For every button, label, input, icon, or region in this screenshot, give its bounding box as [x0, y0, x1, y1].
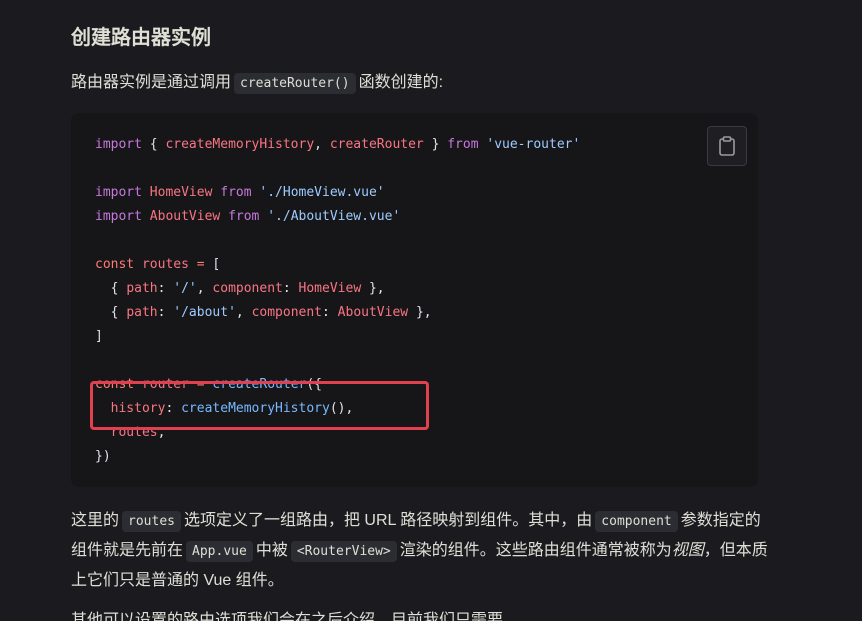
text-segment: 选项定义了一组路由，把 URL 路径映射到组件。其中，由 [183, 512, 593, 529]
code-token: component [212, 281, 283, 296]
code-line: ] [95, 325, 580, 349]
code-token: component [251, 305, 323, 320]
code-token: { [95, 305, 127, 320]
text-segment: 中被 [255, 542, 288, 559]
code-token: createRouter [329, 137, 424, 152]
code-token: AboutView [149, 209, 221, 224]
code-token: : [322, 305, 338, 320]
code-token: './AboutView.vue' [267, 209, 401, 224]
highlight-annotation-box [90, 381, 429, 430]
code-token: import [95, 137, 142, 152]
code-token: : [157, 305, 174, 320]
code-block: import { createMemoryHistory, createRout… [71, 113, 758, 487]
intro-text-before: 路由器实例是通过调用 [71, 74, 232, 91]
code-token: routes [141, 257, 189, 272]
code-token: : [282, 281, 299, 296]
code-token: ] [95, 329, 103, 344]
code-token: from [228, 209, 260, 224]
docs-page: 创建路由器实例 路由器实例是通过调用 createRouter() 函数创建的: i… [0, 0, 862, 621]
code-token: path [126, 305, 158, 320]
code-token: = [196, 257, 205, 272]
routes-explanation-paragraph: 这里的 routes 选项定义了一组路由，把 URL 路径映射到组件。其中，由 com… [71, 506, 771, 595]
code-token: import [95, 185, 142, 200]
inline-code-routerview: <RouterView> [290, 541, 397, 562]
code-token: from [220, 185, 252, 200]
code-token: '/about' [173, 305, 236, 320]
code-token: [ [204, 257, 221, 272]
copy-code-button[interactable] [707, 126, 747, 166]
inline-code-app-vue: App.vue [186, 541, 253, 562]
section-title: 创建路由器实例 [71, 27, 211, 49]
code-token: createMemoryHistory [165, 137, 315, 152]
text-segment: 这里的 [71, 512, 120, 529]
code-token: }, [361, 281, 385, 296]
code-token: , [196, 281, 213, 296]
code-line: const routes = [ [95, 253, 580, 277]
code-token: { [141, 137, 166, 152]
code-token: '/' [173, 281, 197, 296]
code-token: , [235, 305, 252, 320]
code-token: }, [408, 305, 432, 320]
code-line: { path: '/', component: HomeView }, [95, 277, 580, 301]
code-line: import AboutView from './AboutView.vue' [95, 205, 580, 229]
code-token: }) [95, 449, 111, 464]
code-token: './HomeView.vue' [259, 185, 385, 200]
code-token: } [423, 137, 448, 152]
code-line: }) [95, 445, 580, 469]
code-line: import HomeView from './HomeView.vue' [95, 181, 580, 205]
text-segment: 渲染的组件。这些路由组件通常被称为 [399, 542, 672, 559]
code-line: import { createMemoryHistory, createRout… [95, 133, 580, 157]
code-token: HomeView [298, 281, 362, 296]
intro-text-after: 函数创建的: [358, 74, 444, 91]
code-token: : [157, 281, 174, 296]
code-token: const [95, 257, 135, 272]
code-token: , [314, 137, 330, 152]
code-token: { [95, 281, 127, 296]
code-token: path [126, 281, 158, 296]
inline-code-createrouter: createRouter() [234, 73, 356, 94]
code-token: HomeView [149, 185, 213, 200]
clipboard-icon [718, 136, 736, 156]
code-token: AboutView [337, 305, 409, 320]
intro-paragraph: 路由器实例是通过调用 createRouter() 函数创建的: [71, 70, 443, 97]
code-token: from [447, 137, 479, 152]
code-line: { path: '/about', component: AboutView }… [95, 301, 580, 325]
code-token: 'vue-router' [486, 137, 581, 152]
code-token: import [95, 209, 142, 224]
emphasis-view: 视图 [671, 542, 704, 559]
inline-code-routes: routes [122, 511, 181, 532]
next-paragraph-partial: 其他可以设置的路由选项我们会在之后介绍，目前我们只需要 [71, 612, 504, 621]
inline-code-component: component [595, 511, 678, 532]
